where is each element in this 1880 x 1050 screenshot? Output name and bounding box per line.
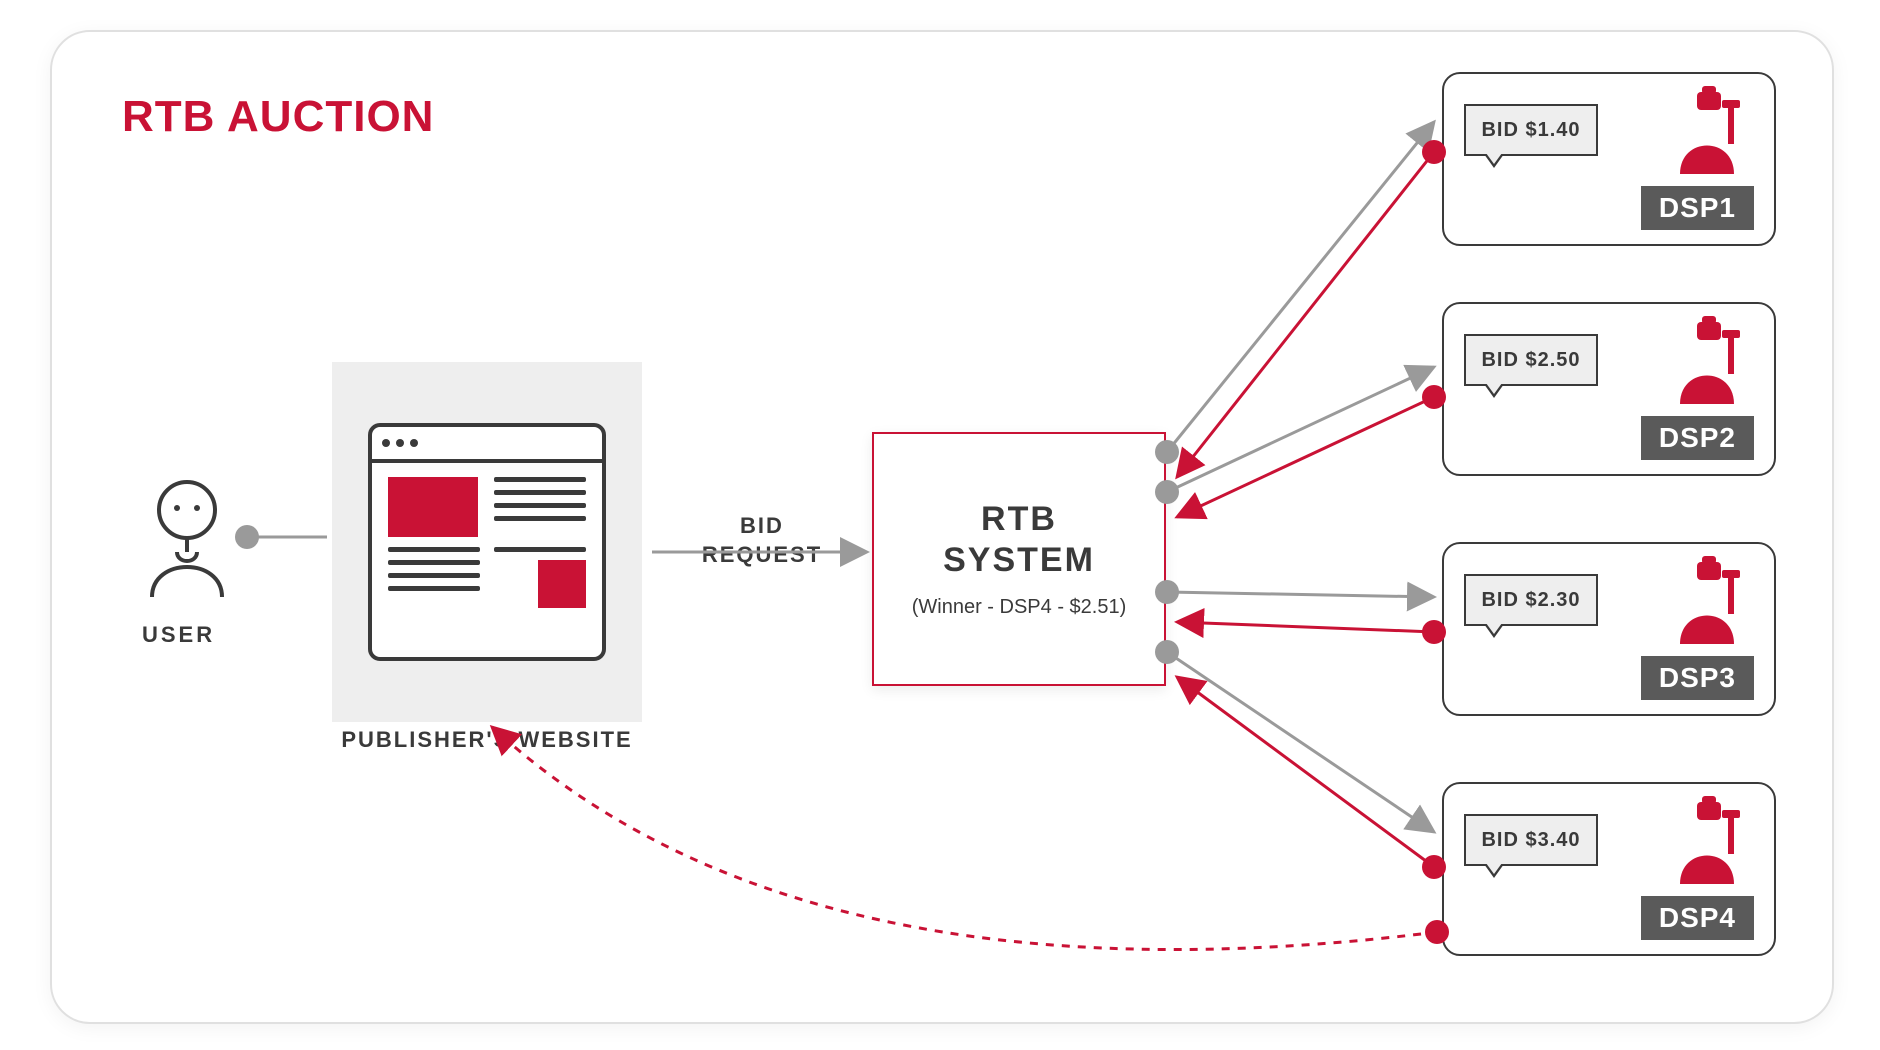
publisher-label: PUBLISHER'S WEBSITE [332, 727, 642, 753]
bid-request-label: BIDREQUEST [692, 512, 832, 569]
dsp-label: DSP3 [1641, 656, 1754, 700]
diagram-title: RTB AUCTION [122, 92, 434, 142]
user-icon [137, 472, 237, 602]
bidder-icon [1672, 796, 1742, 891]
dsp-label: DSP4 [1641, 896, 1754, 940]
dsp-box-4: BID $3.40 DSP4 [1442, 782, 1776, 956]
rtb-system-box: RTBSYSTEM (Winner - DSP4 - $2.51) [872, 432, 1166, 686]
bid-bubble: BID $1.40 [1464, 104, 1598, 156]
browser-icon [368, 423, 606, 661]
dsp-label: DSP2 [1641, 416, 1754, 460]
diagram-frame: RTB AUCTION USER [50, 30, 1834, 1024]
bidder-icon [1672, 556, 1742, 651]
rtb-winner-label: (Winner - DSP4 - $2.51) [912, 596, 1127, 619]
bidder-icon [1672, 316, 1742, 411]
dsp-label: DSP1 [1641, 186, 1754, 230]
user-label: USER [142, 622, 215, 648]
bid-bubble: BID $2.50 [1464, 334, 1598, 386]
bid-bubble: BID $2.30 [1464, 574, 1598, 626]
bid-bubble: BID $3.40 [1464, 814, 1598, 866]
publisher-website [332, 362, 642, 722]
ad-block-icon [388, 477, 478, 537]
rtb-system-title: RTBSYSTEM [943, 499, 1095, 581]
dsp-box-2: BID $2.50 DSP2 [1442, 302, 1776, 476]
dsp-box-3: BID $2.30 DSP3 [1442, 542, 1776, 716]
dsp-box-1: BID $1.40 DSP1 [1442, 72, 1776, 246]
bidder-icon [1672, 86, 1742, 181]
ad-block-icon [538, 560, 586, 608]
